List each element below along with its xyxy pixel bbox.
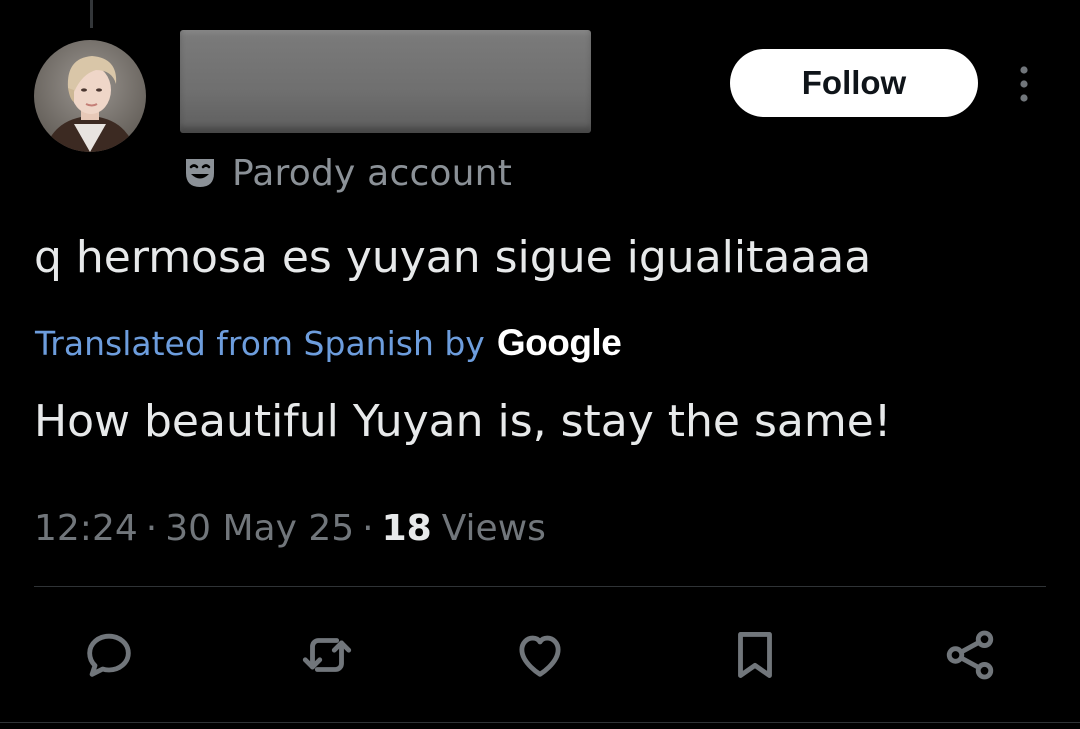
translated-tweet-text: How beautiful Yuyan is, stay the same!: [34, 396, 892, 447]
heart-icon: [519, 635, 561, 677]
views-count[interactable]: 18: [382, 508, 432, 549]
repost-button[interactable]: [292, 620, 362, 690]
translation-attribution: Translated from Spanish by Google: [35, 318, 622, 368]
google-logo: Google: [496, 322, 622, 363]
more-options-button[interactable]: [1008, 62, 1040, 106]
share-icon: [946, 630, 994, 680]
follow-button[interactable]: Follow: [730, 49, 978, 117]
reply-button[interactable]: [74, 620, 144, 690]
avatar[interactable]: [34, 40, 146, 152]
divider: [34, 586, 1046, 587]
tweet-text: q hermosa es yuyan sigue igualitaaaa: [34, 232, 872, 283]
tweet-metadata: 12:24 · 30 May 25 · 18 Views: [34, 502, 546, 554]
bookmark-icon: [738, 632, 772, 678]
tweet-action-bar: [0, 620, 1080, 690]
like-button[interactable]: [505, 620, 575, 690]
meta-separator: ·: [362, 507, 374, 549]
more-vertical-icon: [1020, 66, 1028, 102]
theater-mask-icon: [186, 159, 214, 187]
bottom-divider: [0, 722, 1080, 723]
repost-icon: [302, 638, 352, 672]
profile-photo: [34, 40, 146, 152]
meta-separator: ·: [145, 507, 158, 549]
redacted-display-name: [180, 30, 591, 133]
share-button[interactable]: [935, 620, 1005, 690]
reply-icon: [87, 633, 131, 677]
translated-from-link[interactable]: Translated from Spanish by: [35, 324, 485, 363]
parody-label: Parody account: [180, 150, 512, 196]
bookmark-button[interactable]: [720, 620, 790, 690]
tweet-date[interactable]: 30 May 25: [165, 508, 354, 549]
thread-connector-line: [90, 0, 93, 28]
parody-account-label: Parody account: [232, 152, 513, 194]
views-label[interactable]: Views: [442, 508, 546, 549]
tweet-time[interactable]: 12:24: [34, 508, 138, 549]
